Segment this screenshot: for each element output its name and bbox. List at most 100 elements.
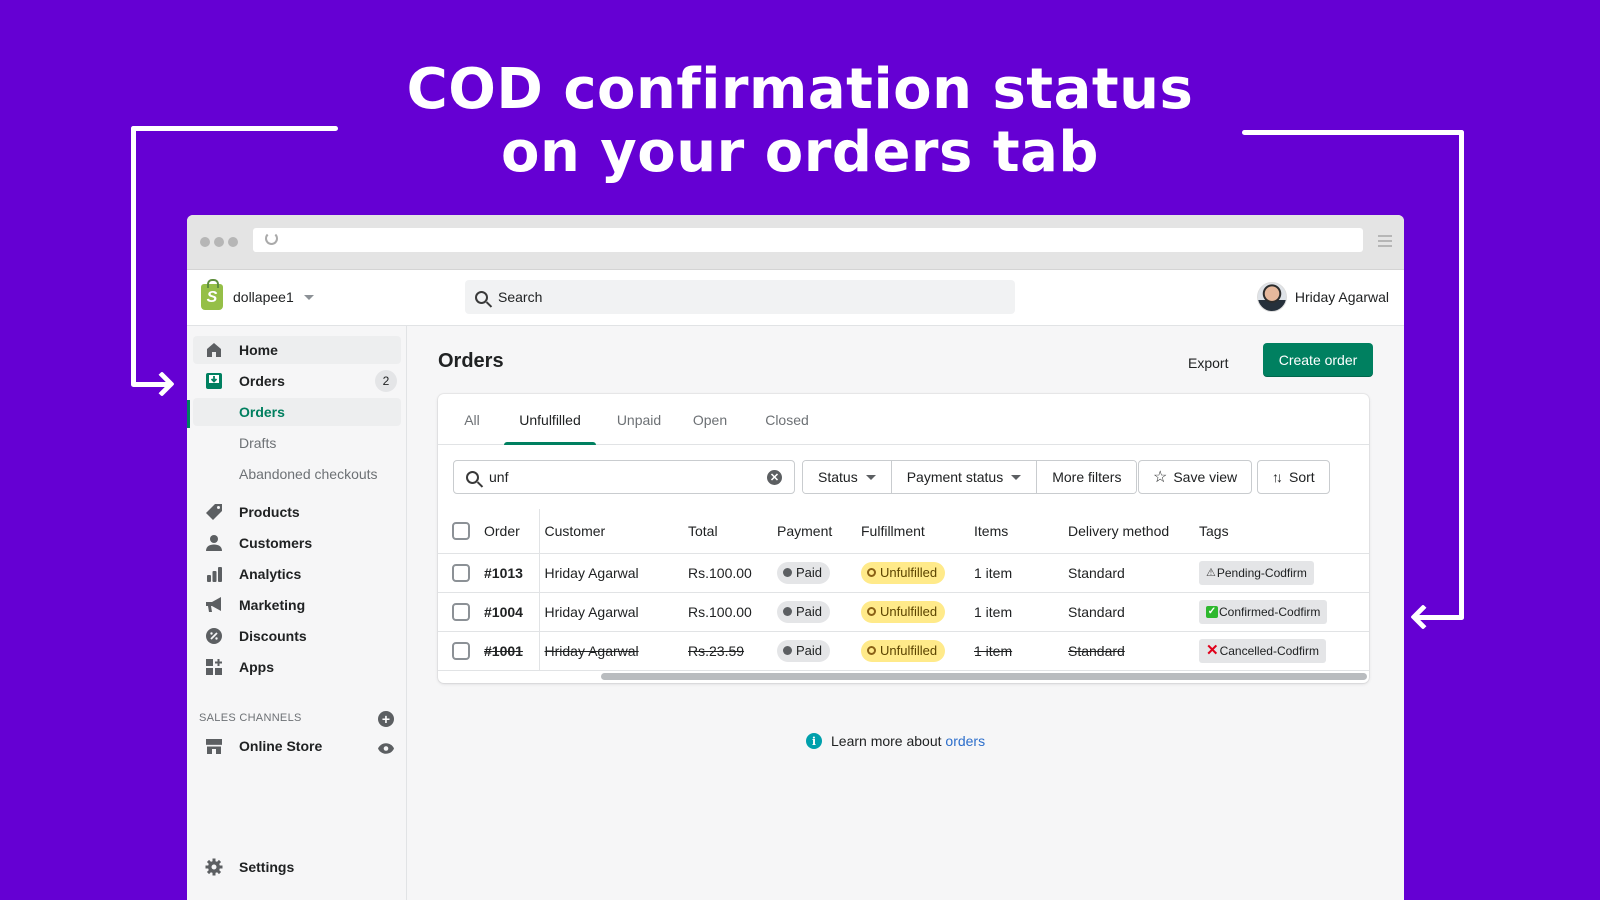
customer-name: Hriday Agarwal	[539, 631, 688, 671]
sidebar-item-label: Settings	[239, 859, 295, 875]
orders-icon	[205, 372, 223, 390]
headline: COD confirmation status on your orders t…	[0, 58, 1600, 184]
row-select-cell	[438, 553, 484, 593]
tab-open[interactable]: Open	[684, 394, 736, 445]
status-filter-button[interactable]: Status	[803, 461, 892, 493]
sort-button[interactable]: ↑↓ Sort	[1257, 460, 1330, 494]
column-header-items[interactable]: Items	[974, 509, 1068, 554]
sidebar-item-orders[interactable]: Orders 2	[193, 367, 401, 395]
row-checkbox[interactable]	[452, 641, 470, 660]
table-row[interactable]: #1013 Hriday Agarwal Rs.100.00 Paid Unfulfil…	[438, 553, 1369, 593]
sidebar-item-home[interactable]: Home	[193, 336, 401, 364]
clear-icon[interactable]: ✕	[767, 470, 782, 485]
user-menu[interactable]: Hriday Agarwal	[1256, 282, 1389, 312]
column-header-total[interactable]: Total	[688, 509, 777, 554]
column-header-customer[interactable]: Customer	[539, 509, 688, 554]
global-search[interactable]: Search	[465, 280, 1015, 314]
sidebar-item-analytics[interactable]: Analytics	[193, 560, 401, 588]
table-row[interactable]: #1001 Hriday Agarwal Rs.23.59 Paid Unfulfill…	[438, 631, 1369, 671]
column-header-delivery-method[interactable]: Delivery method	[1068, 509, 1199, 554]
sidebar-item-customers[interactable]: Customers	[193, 529, 401, 557]
sidebar-subitem-abandoned-checkouts[interactable]: Abandoned checkouts	[193, 460, 401, 488]
horizontal-scrollbar[interactable]	[601, 673, 1367, 680]
warning-icon: ⚠	[1206, 567, 1216, 579]
sidebar-item-label: Orders	[239, 373, 285, 389]
sidebar-item-settings[interactable]: Settings	[193, 853, 401, 881]
cross-icon: ✕	[1206, 642, 1219, 659]
admin-topbar: S dollapee1 Search Hriday Agarwal	[187, 270, 1404, 326]
payment-status-filter-button[interactable]: Payment status	[891, 461, 1038, 493]
chevron-down-icon	[303, 294, 314, 300]
sidebar-item-marketing[interactable]: Marketing	[193, 591, 401, 619]
order-number[interactable]: #1013	[484, 553, 540, 593]
filter-text-field[interactable]	[489, 469, 749, 485]
filter-orders-input[interactable]: ✕	[453, 460, 795, 494]
reload-icon[interactable]	[265, 232, 278, 245]
select-all-checkbox[interactable]	[452, 521, 470, 540]
items-count: 1 item	[974, 631, 1068, 671]
sidebar-item-label: Orders	[239, 404, 285, 420]
export-button[interactable]: Export	[1178, 349, 1238, 377]
tag-text: Confirmed-Codfirm	[1219, 604, 1321, 619]
save-view-label: Save view	[1173, 469, 1238, 485]
main-content: Orders Export Create order All Unfulfill…	[408, 326, 1404, 900]
store-name: dollapee1	[233, 289, 294, 305]
fulfillment-status-text: Unfulfilled	[880, 565, 938, 580]
address-bar[interactable]	[253, 228, 1363, 252]
payment-cell: Paid	[777, 592, 861, 632]
sidebar-subitem-drafts[interactable]: Drafts	[193, 429, 401, 457]
search-icon	[466, 470, 479, 484]
sidebar-item-apps[interactable]: Apps	[193, 653, 401, 681]
tab-unfulfilled[interactable]: Unfulfilled	[504, 394, 596, 445]
column-header-fulfillment[interactable]: Fulfillment	[861, 509, 974, 554]
status-filter-label: Status	[818, 469, 858, 485]
table-row[interactable]: #1004 Hriday Agarwal Rs.100.00 Paid Unfulfil…	[438, 592, 1369, 632]
orders-count-badge: 2	[375, 370, 397, 392]
payment-status-filter-label: Payment status	[906, 469, 1004, 485]
sidebar-item-discounts[interactable]: Discounts	[193, 622, 401, 650]
order-total: Rs.100.00	[688, 553, 777, 593]
cod-status-tag: ✓ Confirmed-Codfirm	[1199, 599, 1328, 624]
sidebar-item-label: Online Store	[239, 738, 323, 754]
browser-menu-icon[interactable]	[1378, 235, 1392, 250]
sidebar-item-label: Products	[239, 504, 300, 520]
tab-closed[interactable]: Closed	[756, 394, 818, 445]
column-header-tags[interactable]: Tags	[1199, 509, 1369, 554]
learn-more-orders-link[interactable]: orders	[945, 733, 985, 749]
payment-status-badge: Paid	[777, 639, 831, 662]
row-checkbox[interactable]	[452, 602, 470, 621]
row-checkbox[interactable]	[452, 563, 470, 582]
check-icon: ✓	[1206, 605, 1218, 618]
add-sales-channel-icon[interactable]: +	[378, 711, 394, 727]
sidebar-item-online-store[interactable]: Online Store	[193, 732, 401, 760]
sidebar-item-label: Discounts	[239, 628, 307, 644]
view-store-eye-icon[interactable]	[378, 741, 394, 754]
delivery-method: Standard	[1068, 592, 1199, 632]
sidebar-item-products[interactable]: Products	[193, 498, 401, 526]
order-number[interactable]: #1004	[484, 592, 540, 632]
order-number[interactable]: #1001	[484, 631, 540, 671]
more-filters-button[interactable]: More filters	[1037, 461, 1137, 493]
apps-icon	[205, 658, 223, 676]
status-dot-icon	[783, 607, 792, 616]
sidebar-subitem-orders[interactable]: Orders	[193, 398, 401, 426]
window-controls[interactable]	[200, 237, 238, 247]
cod-status-tag: ✕ Cancelled-Codfirm	[1199, 638, 1326, 663]
column-header-order[interactable]: Order	[484, 509, 540, 554]
row-select-cell	[438, 631, 484, 671]
sidebar-item-label: Home	[239, 342, 278, 358]
tab-all[interactable]: All	[452, 394, 492, 445]
column-header-payment[interactable]: Payment	[777, 509, 861, 554]
row-select-cell	[438, 592, 484, 632]
fulfillment-status-text: Unfulfilled	[880, 643, 938, 658]
store-switcher[interactable]: S dollapee1	[201, 279, 314, 310]
save-view-button[interactable]: ☆ Save view	[1138, 460, 1253, 494]
tab-unpaid[interactable]: Unpaid	[608, 394, 670, 445]
select-all-cell	[438, 509, 484, 554]
sidebar-item-label: Customers	[239, 535, 313, 551]
create-order-button[interactable]: Create order	[1263, 343, 1373, 377]
sidebar: Home Orders 2 Orders Drafts Abandoned ch…	[187, 326, 407, 900]
tags-cell: ✕ Cancelled-Codfirm	[1199, 631, 1369, 671]
search-placeholder: Search	[498, 289, 543, 305]
status-ring-icon	[867, 646, 876, 655]
